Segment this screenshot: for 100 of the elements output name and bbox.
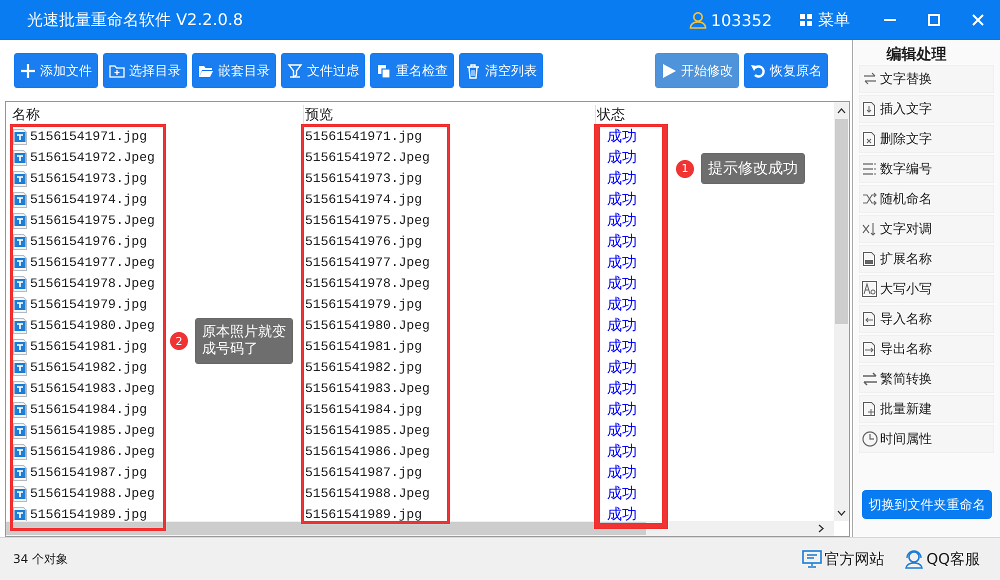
image-file-icon	[13, 276, 27, 292]
image-file-icon	[13, 486, 27, 502]
preview-name: 51561541985.Jpeg	[304, 423, 430, 438]
status-text: 成功	[606, 337, 637, 356]
menu-button[interactable]: 菜单	[800, 10, 850, 30]
image-file-icon	[13, 150, 27, 166]
document-icon	[862, 101, 878, 117]
play-icon	[661, 62, 677, 78]
preview-name: 51561541971.jpg	[304, 129, 422, 144]
tool-item[interactable]: 插入文字	[859, 95, 994, 123]
file-name: 51561541980.Jpeg	[30, 318, 155, 333]
preview-name: 51561541988.Jpeg	[304, 486, 430, 501]
switch-button[interactable]: 切换到文件夹重命名	[862, 490, 992, 519]
tool-item[interactable]: 批量新建	[859, 395, 994, 423]
file-name: 51561541971.jpg	[30, 129, 148, 144]
document-icon	[862, 251, 878, 267]
image-file-icon	[13, 444, 27, 460]
tool-item[interactable]: 时间属性	[859, 425, 994, 453]
image-file-icon	[13, 338, 27, 354]
status-text: 成功	[606, 169, 637, 188]
column-header[interactable]: 预览	[303, 105, 595, 126]
plus-icon	[20, 62, 36, 78]
preview-name: 51561541979.jpg	[304, 297, 422, 312]
preview-name: 51561541983.Jpeg	[304, 381, 430, 396]
toolbar-button[interactable]: 清空列表	[459, 53, 543, 88]
status-text: 成功	[606, 358, 637, 377]
tool-item[interactable]: 导入名称	[859, 305, 994, 333]
preview-name: 51561541978.Jpeg	[304, 276, 430, 291]
status-text: 成功	[606, 421, 637, 440]
tool-item[interactable]: 随机命名	[859, 185, 994, 213]
toolbar-button[interactable]: 选择目录	[103, 53, 187, 88]
image-file-icon	[13, 296, 27, 312]
image-file-icon	[13, 212, 27, 228]
status-text: 成功	[606, 148, 637, 167]
file-name: 51561541978.Jpeg	[30, 276, 155, 291]
tool-item[interactable]: 大写小写	[859, 275, 994, 303]
preview-name: 51561541972.Jpeg	[304, 150, 430, 165]
tool-item[interactable]: 导出名称	[859, 335, 994, 363]
footer-link[interactable]: 官方网站	[802, 549, 884, 569]
column-header[interactable]: 名称	[11, 105, 303, 126]
file-name: 51561541972.Jpeg	[30, 150, 155, 165]
document-icon	[862, 401, 878, 417]
file-name: 51561541976.jpg	[30, 234, 148, 249]
tool-item[interactable]: 文字替换	[859, 65, 994, 93]
toolbar-button[interactable]: 恢复原名	[744, 53, 828, 88]
footer-link[interactable]: QQ客服	[904, 549, 980, 569]
preview-name: 51561541982.jpg	[304, 360, 422, 375]
status-text: 成功	[606, 400, 637, 419]
copy-icon	[376, 62, 392, 78]
document-icon	[862, 341, 878, 357]
status-text: 成功	[606, 442, 637, 461]
preview-name: 51561541986.Jpeg	[304, 444, 430, 459]
image-file-icon	[13, 192, 27, 208]
trash-icon	[465, 62, 481, 78]
status-text: 成功	[606, 211, 637, 230]
image-file-icon	[13, 402, 27, 418]
image-file-icon	[13, 506, 27, 522]
column-header[interactable]: 状态	[595, 105, 831, 126]
status-text: 成功	[606, 463, 637, 482]
preview-name: 51561541987.jpg	[304, 465, 422, 480]
file-name: 51561541986.Jpeg	[30, 444, 155, 459]
file-name: 51561541982.jpg	[30, 360, 148, 375]
image-file-icon	[13, 360, 27, 376]
user-icon	[688, 11, 707, 29]
document-icon	[862, 311, 878, 327]
toolbar-button[interactable]: 重名检查	[370, 53, 454, 88]
image-file-icon	[13, 464, 27, 480]
file-name: 51561541974.jpg	[30, 192, 148, 207]
headset-icon	[904, 549, 924, 569]
tool-item[interactable]: 删除文字	[859, 125, 994, 153]
tool-item[interactable]: 繁简转换	[859, 365, 994, 393]
maximize-icon	[928, 14, 940, 26]
file-name: 51561541979.jpg	[30, 297, 148, 312]
scrollbar-thumb[interactable]	[835, 119, 848, 324]
preview-name: 51561541989.jpg	[304, 507, 422, 522]
status-text: 成功	[606, 316, 637, 335]
image-file-icon	[13, 128, 27, 144]
image-file-icon	[13, 170, 27, 186]
vertical-scrollbar[interactable]	[834, 102, 849, 521]
panel-title: 编辑处理	[885, 44, 948, 65]
callout-tooltip: 提示修改成功	[701, 153, 805, 184]
preview-name: 51561541973.jpg	[304, 171, 422, 186]
window-title: 光速批量重命名软件 V2.2.0.8	[27, 10, 244, 30]
callout-tooltip: 原本照片就变成号码了	[195, 318, 293, 364]
status-text: 成功	[606, 484, 637, 503]
tool-item[interactable]: 文字对调	[859, 215, 994, 243]
letters-icon	[862, 281, 878, 297]
status-text: 成功	[606, 295, 637, 314]
toolbar-button[interactable]: 嵌套目录	[192, 53, 276, 88]
file-name: 51561541975.Jpeg	[30, 213, 155, 228]
preview-name: 51561541977.Jpeg	[304, 255, 430, 270]
toolbar-button[interactable]: 添加文件	[14, 53, 98, 88]
tool-item[interactable]: 数字编号	[859, 155, 994, 183]
toolbar-button[interactable]: 文件过虑	[281, 53, 365, 88]
status-text: 成功	[606, 253, 637, 272]
document-icon	[862, 131, 878, 147]
status-text: 成功	[606, 379, 637, 398]
image-file-icon	[13, 318, 27, 334]
clock-icon	[862, 431, 878, 447]
tool-item[interactable]: 扩展名称	[859, 245, 994, 273]
